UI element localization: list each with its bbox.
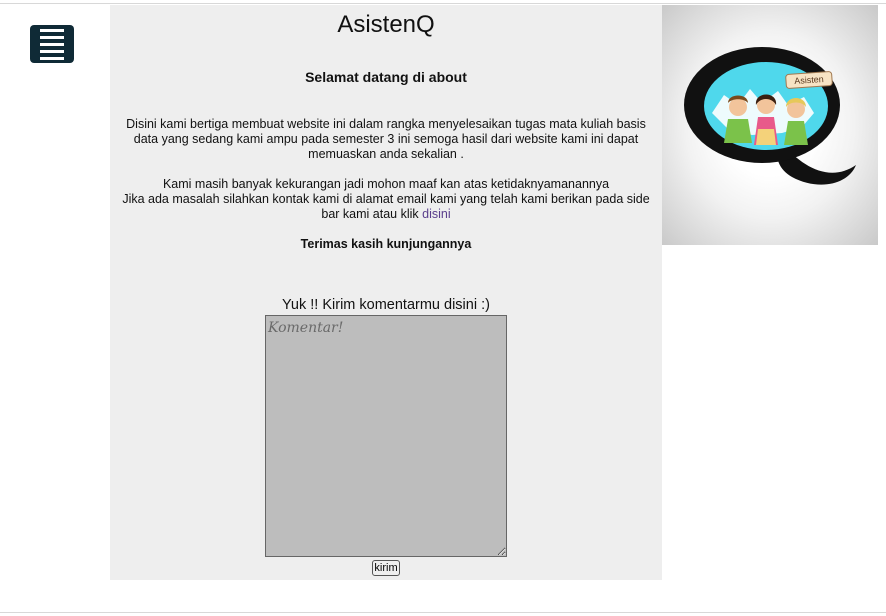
hamburger-menu-icon-bar bbox=[40, 49, 64, 53]
hamburger-menu-icon-bar bbox=[40, 56, 64, 60]
send-button[interactable]: kirim bbox=[372, 560, 400, 576]
welcome-heading: Selamat datang di about bbox=[305, 69, 467, 85]
contact-text: Jika ada masalah silahkan kontak kami di… bbox=[122, 192, 650, 221]
logo-panel: Asisten bbox=[662, 5, 878, 245]
about-content: AsistenQ Selamat datang di about Disini … bbox=[110, 5, 662, 580]
comment-textarea[interactable] bbox=[265, 315, 507, 557]
apology-text: Kami masih banyak kekurangan jadi mohon … bbox=[162, 177, 610, 191]
contact-paragraph: Kami masih banyak kekurangan jadi mohon … bbox=[116, 177, 656, 222]
site-title: AsistenQ bbox=[337, 11, 435, 38]
bottom-border bbox=[0, 612, 886, 613]
about-paragraph: Disini kami bertiga membuat website ini … bbox=[126, 117, 646, 161]
comment-heading: Yuk !! Kirim komentarmu disini :) bbox=[282, 297, 490, 313]
contact-link[interactable]: disini bbox=[422, 207, 451, 221]
hamburger-menu-icon-bar bbox=[40, 42, 64, 46]
hamburger-menu-icon-bar bbox=[40, 28, 64, 32]
asistenq-logo: Asisten bbox=[684, 47, 856, 185]
menu-button[interactable] bbox=[30, 25, 74, 63]
top-border bbox=[0, 3, 886, 4]
logo-badge-text: Asisten bbox=[794, 74, 824, 86]
figure-left bbox=[724, 95, 752, 143]
hamburger-menu-icon-bar bbox=[40, 35, 64, 39]
thanks-text: Terimas kasih kunjungannya bbox=[300, 237, 472, 251]
